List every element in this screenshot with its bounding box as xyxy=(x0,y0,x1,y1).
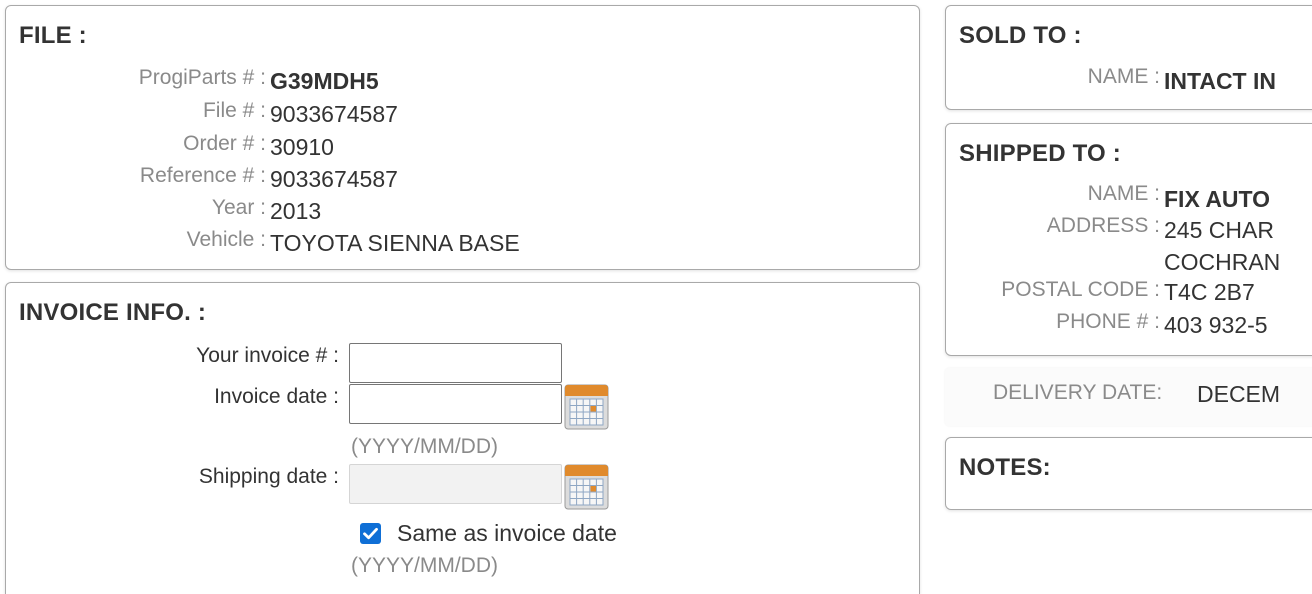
sold-to-name-label: NAME : xyxy=(1087,65,1160,88)
sold-to-title: SOLD TO : xyxy=(959,22,1082,49)
notes-title: NOTES: xyxy=(959,454,1051,481)
same-as-invoice-checkbox[interactable] xyxy=(360,523,381,544)
shipped-to-phone-label: PHONE # : xyxy=(1056,310,1160,333)
shipped-to-name-value: FIX AUTO xyxy=(1164,186,1271,212)
invoice-date-label: Invoice date : xyxy=(214,385,339,408)
year-row: Year : xyxy=(6,196,266,226)
shipping-date-format-hint: (YYYY/MM/DD) xyxy=(351,554,498,577)
reference-row: Reference # : xyxy=(6,164,266,194)
invoice-panel: INVOICE INFO. : Your invoice # : Invoice… xyxy=(5,282,920,594)
reference-label: Reference # : xyxy=(139,164,266,187)
invoice-number-label: Your invoice # : xyxy=(196,344,339,367)
shipping-date-input[interactable] xyxy=(349,464,562,504)
year-value: 2013 xyxy=(270,198,322,224)
invoice-number-input[interactable] xyxy=(349,343,562,383)
shipped-to-phone-value: 403 932-5 xyxy=(1164,312,1268,338)
invoice-date-format-hint: (YYYY/MM/DD) xyxy=(351,435,498,458)
file-panel: FILE : ProgiParts # : G39MDH5 File # : 9… xyxy=(5,5,920,270)
year-label: Year : xyxy=(211,196,266,219)
file-number-label: File # : xyxy=(202,99,266,122)
sold-to-panel: SOLD TO : NAME : INTACT IN xyxy=(945,5,1312,110)
file-number-value: 9033674587 xyxy=(270,101,398,127)
invoice-date-calendar-button[interactable] xyxy=(564,384,609,430)
shipped-to-address-line1: 245 CHAR xyxy=(1164,217,1274,243)
sold-to-name-value: INTACT IN xyxy=(1164,68,1277,94)
calendar-icon xyxy=(564,384,609,430)
order-row: Order # : xyxy=(6,132,266,162)
progiparts-label: ProgiParts # : xyxy=(138,66,266,89)
vehicle-row: Vehicle : xyxy=(6,228,266,258)
shipped-to-address-label: ADDRESS : xyxy=(1046,214,1160,237)
file-title: FILE : xyxy=(19,22,87,49)
file-number-row: File # : xyxy=(6,99,266,129)
shipped-to-title: SHIPPED TO : xyxy=(959,140,1121,167)
invoice-title: INVOICE INFO. : xyxy=(19,299,207,326)
calendar-icon xyxy=(564,464,609,510)
invoice-date-input[interactable] xyxy=(349,384,562,424)
vehicle-value: TOYOTA SIENNA BASE xyxy=(270,230,520,256)
same-as-invoice-label[interactable]: Same as invoice date xyxy=(397,520,617,547)
progiparts-value: G39MDH5 xyxy=(270,68,379,94)
order-label: Order # : xyxy=(183,132,266,155)
notes-panel: NOTES: xyxy=(945,437,1312,510)
shipped-to-name-label: NAME : xyxy=(1087,182,1160,205)
reference-value: 9033674587 xyxy=(270,166,398,192)
delivery-date-label: DELIVERY DATE: xyxy=(993,381,1163,404)
progiparts-row: ProgiParts # : xyxy=(6,66,266,96)
shipping-date-label: Shipping date : xyxy=(198,465,339,488)
shipped-to-postal-value: T4C 2B7 xyxy=(1164,279,1255,305)
vehicle-label: Vehicle : xyxy=(186,228,266,251)
shipped-to-postal-label: POSTAL CODE : xyxy=(1001,278,1160,301)
shipping-date-calendar-button[interactable] xyxy=(564,464,609,510)
checkmark-icon xyxy=(363,527,378,540)
shipped-to-panel: SHIPPED TO : NAME : FIX AUTO ADDRESS : 2… xyxy=(945,123,1312,356)
order-value: 30910 xyxy=(270,134,334,160)
shipped-to-address-line2: COCHRAN xyxy=(1164,249,1281,275)
delivery-date-value: DECEM xyxy=(1197,381,1281,407)
delivery-date-row: DELIVERY DATE: DECEM xyxy=(945,368,1312,426)
